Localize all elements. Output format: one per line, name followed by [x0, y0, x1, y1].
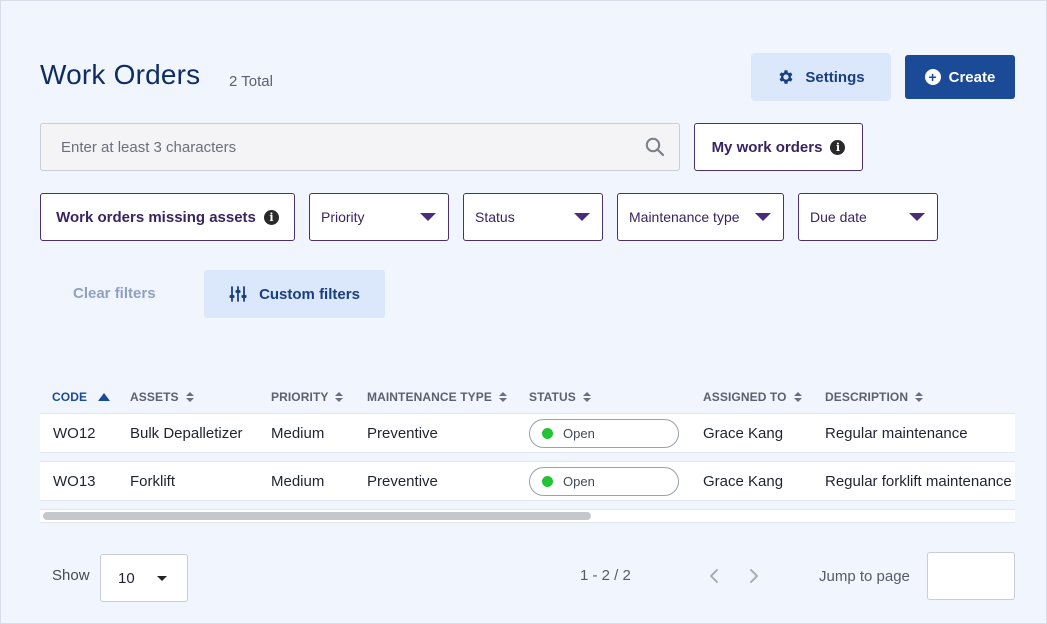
caret-down-icon — [157, 575, 167, 581]
search-input[interactable] — [41, 124, 631, 170]
plus-circle-icon: + — [924, 69, 941, 85]
sort-icon — [335, 392, 344, 402]
cell-description: Regular forklift maintenance — [825, 473, 1012, 490]
missing-assets-filter-button[interactable]: Work orders missing assets i — [40, 193, 295, 241]
maintenance-type-dropdown-label: Maintenance type — [629, 209, 740, 225]
column-header-description[interactable]: DESCRIPTION — [825, 390, 924, 404]
page-size-select[interactable]: 10 — [100, 554, 188, 602]
cell-priority: Medium — [271, 425, 325, 442]
cell-asset: Forklift — [130, 473, 175, 490]
sort-ascending-icon — [98, 393, 111, 401]
clear-filters-button[interactable]: Clear filters — [73, 285, 156, 302]
sort-icon — [915, 392, 924, 402]
my-work-orders-button[interactable]: My work orders i — [694, 123, 863, 171]
priority-dropdown-label: Priority — [321, 209, 365, 225]
settings-label: Settings — [805, 68, 865, 86]
column-header-priority[interactable]: PRIORITY — [271, 390, 344, 404]
info-icon: i — [830, 139, 846, 155]
page-size-value: 10 — [118, 569, 135, 587]
caret-down-icon — [755, 213, 771, 221]
cell-priority: Medium — [271, 473, 325, 490]
column-header-label: STATUS — [529, 390, 576, 404]
cell-description: Regular maintenance — [825, 425, 968, 442]
chevron-left-icon[interactable] — [708, 568, 720, 584]
priority-dropdown[interactable]: Priority — [309, 193, 449, 241]
column-header-label: DESCRIPTION — [825, 390, 909, 404]
column-header-code[interactable]: CODE — [52, 390, 111, 404]
pagination-range: 1 - 2 / 2 — [580, 567, 631, 584]
jump-to-page-box — [927, 552, 1015, 600]
status-badge: Open — [529, 419, 679, 448]
column-header-label: CODE — [52, 390, 88, 404]
status-label: Open — [563, 426, 595, 441]
caret-down-icon — [420, 213, 436, 221]
search-icon[interactable] — [645, 137, 665, 157]
create-label: Create — [948, 68, 996, 86]
jump-to-page-input[interactable] — [928, 553, 1014, 599]
info-icon: i — [263, 209, 279, 225]
cell-assigned-to: Grace Kang — [703, 425, 784, 442]
table-row[interactable]: WO13 Forklift Medium Preventive Open Gra… — [40, 461, 1015, 501]
column-header-assigned-to[interactable]: ASSIGNED TO — [703, 390, 802, 404]
column-header-label: PRIORITY — [271, 390, 329, 404]
sort-icon — [793, 392, 802, 402]
cell-assigned-to: Grace Kang — [703, 473, 784, 490]
custom-filters-button[interactable]: Custom filters — [204, 270, 385, 318]
column-header-label: ASSIGNED TO — [703, 390, 787, 404]
column-header-label: ASSETS — [130, 390, 179, 404]
caret-down-icon — [909, 213, 925, 221]
my-work-orders-label: My work orders — [711, 138, 823, 156]
cell-maintenance-type: Preventive — [367, 473, 438, 490]
status-dropdown[interactable]: Status — [463, 193, 603, 241]
table-row[interactable]: WO12 Bulk Depalletizer Medium Preventive… — [40, 413, 1015, 453]
status-label: Open — [563, 474, 595, 489]
sliders-icon — [229, 286, 247, 302]
caret-down-icon — [574, 213, 590, 221]
horizontal-scrollbar-thumb[interactable] — [43, 512, 591, 520]
cell-code: WO12 — [53, 425, 96, 442]
column-header-maintenance-type[interactable]: MAINTENANCE TYPE — [367, 390, 507, 404]
due-date-dropdown[interactable]: Due date — [798, 193, 938, 241]
status-dot-icon — [542, 476, 553, 487]
settings-button[interactable]: Settings — [751, 53, 891, 101]
search-box — [40, 123, 680, 171]
total-count: 2 Total — [229, 73, 273, 90]
status-badge: Open — [529, 467, 679, 496]
status-dot-icon — [542, 428, 553, 439]
gear-icon — [779, 70, 793, 84]
due-date-dropdown-label: Due date — [810, 209, 867, 225]
maintenance-type-dropdown[interactable]: Maintenance type — [617, 193, 784, 241]
sort-icon — [582, 392, 591, 402]
cell-code: WO13 — [53, 473, 96, 490]
column-header-label: MAINTENANCE TYPE — [367, 390, 492, 404]
column-header-status[interactable]: STATUS — [529, 390, 591, 404]
column-header-assets[interactable]: ASSETS — [130, 390, 194, 404]
sort-icon — [185, 392, 194, 402]
page-title: Work Orders — [40, 59, 201, 90]
cell-maintenance-type: Preventive — [367, 425, 438, 442]
chevron-right-icon[interactable] — [748, 568, 760, 584]
jump-to-page-label: Jump to page — [819, 568, 910, 585]
status-dropdown-label: Status — [475, 209, 515, 225]
custom-filters-label: Custom filters — [259, 285, 360, 303]
missing-assets-label: Work orders missing assets — [56, 208, 256, 226]
sort-icon — [498, 392, 507, 402]
show-label: Show — [52, 567, 90, 584]
cell-asset: Bulk Depalletizer — [130, 425, 243, 442]
create-button[interactable]: + Create — [905, 55, 1015, 99]
